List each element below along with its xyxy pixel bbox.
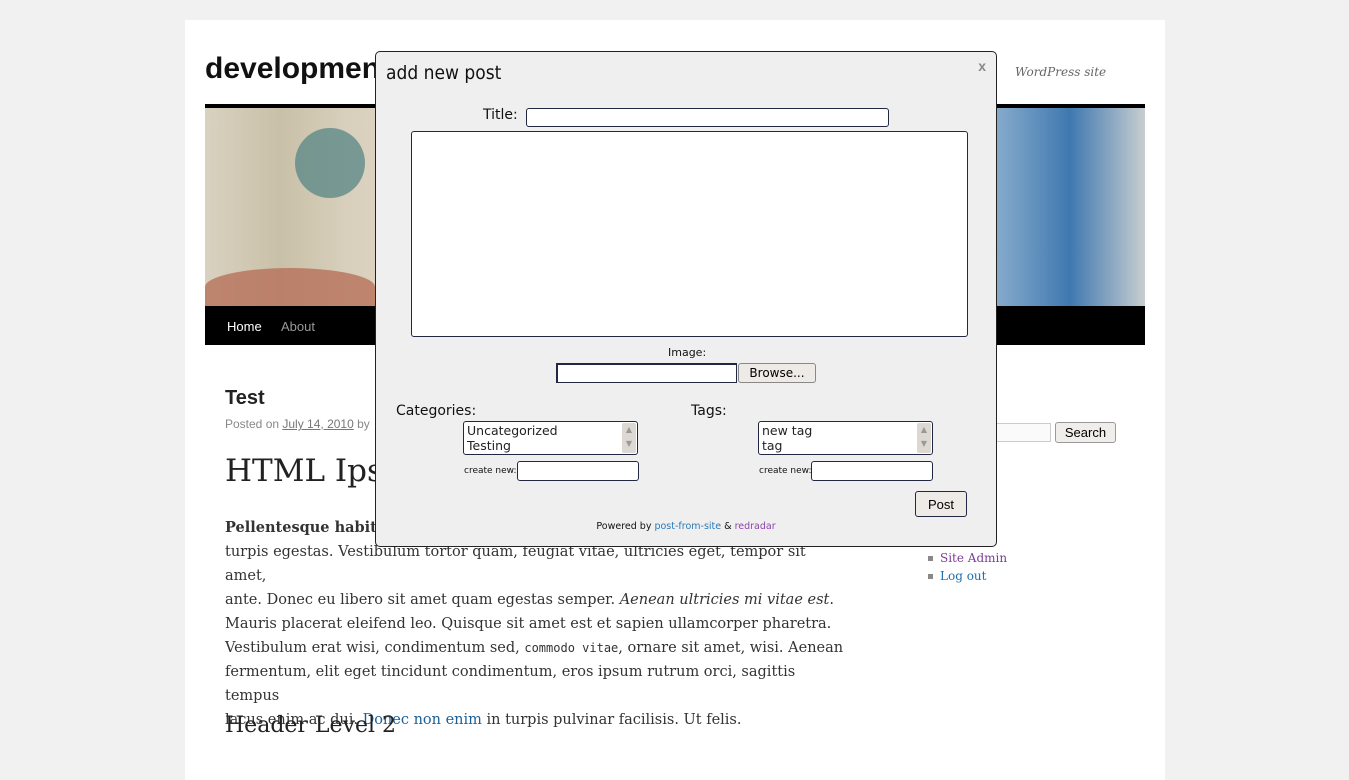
post-date-link[interactable]: July 14, 2010 <box>282 417 353 431</box>
site-description: WordPress site <box>1015 65 1107 79</box>
browse-button[interactable]: Browse... <box>738 363 816 383</box>
ampersand: & <box>721 521 735 532</box>
categories-select[interactable]: Uncategorized Testing ▲ ▼ <box>463 421 638 455</box>
post-button[interactable]: Post <box>915 491 967 517</box>
tags-select[interactable]: new tag tag ▲ ▼ <box>758 421 933 455</box>
body-text-span: . <box>829 592 834 608</box>
scrollbar[interactable]: ▲ ▼ <box>917 423 931 453</box>
site-admin-link[interactable]: Site Admin <box>928 551 1007 569</box>
post-content-textarea[interactable] <box>411 131 968 337</box>
add-post-modal: add new post x Title: Image: Browse... C… <box>375 51 997 547</box>
log-out-link[interactable]: Log out <box>928 569 1007 587</box>
body-text-span: ante. Donec eu libero sit amet quam eges… <box>225 592 620 608</box>
body-text-span: Vestibulum erat wisi, condimentum sed, <box>225 640 525 656</box>
body-text-span: in turpis pulvinar facilisis. Ut felis. <box>481 712 742 728</box>
italic-text: Aenean ultricies mi vitae est <box>619 592 830 608</box>
post-meta: Posted on July 14, 2010 by <box>225 417 370 431</box>
redradar-link[interactable]: redradar <box>735 521 776 532</box>
bold-text: Pellentesque habit <box>225 519 377 536</box>
post-title[interactable]: Test <box>225 387 265 410</box>
title-input[interactable] <box>526 108 889 127</box>
body-line: fermentum, elit eget tincidunt condiment… <box>225 664 796 704</box>
body-line: Mauris placerat eleifend leo. Quisque si… <box>225 616 832 632</box>
body-line: turpis egestas. Vestibulum tortor quam, … <box>225 544 806 584</box>
create-category-label: create new: <box>464 466 517 476</box>
categories-label: Categories: <box>396 403 477 419</box>
nav-about[interactable]: About <box>281 319 315 334</box>
code-text: commodo vitae <box>524 641 619 655</box>
meta-links: Site Admin Log out <box>928 551 1007 587</box>
body-text-span: , ornare sit amet, wisi. Aenean <box>618 640 844 656</box>
meta-by: by <box>353 417 370 431</box>
new-tag-input[interactable] <box>811 461 933 481</box>
tag-option[interactable]: new tag <box>762 423 929 438</box>
tag-option[interactable]: tag <box>762 438 929 453</box>
title-label: Title: <box>483 107 518 123</box>
image-label: Image: <box>668 346 707 359</box>
site-title[interactable]: developmen <box>205 52 380 86</box>
close-icon[interactable]: x <box>978 58 986 74</box>
post-body: Pellentesque habit turpis egestas. Vesti… <box>225 516 845 732</box>
powered-by: Powered by post-from-site & redradar <box>376 521 996 532</box>
meta-prefix: Posted on <box>225 417 283 431</box>
scrollbar[interactable]: ▲ ▼ <box>622 423 636 453</box>
image-file-input[interactable] <box>556 363 737 383</box>
post-from-site-link[interactable]: post-from-site <box>654 521 721 532</box>
new-category-input[interactable] <box>517 461 639 481</box>
powered-by-text: Powered by <box>596 521 655 532</box>
tags-label: Tags: <box>691 403 727 419</box>
search-button[interactable]: Search <box>1055 422 1116 443</box>
category-option[interactable]: Testing <box>467 438 634 453</box>
category-option[interactable]: Uncategorized <box>467 423 634 438</box>
create-tag-label: create new: <box>759 466 812 476</box>
nav-home[interactable]: Home <box>227 319 262 334</box>
modal-title: add new post <box>386 62 502 84</box>
heading-2: Header Level 2 <box>225 713 397 738</box>
